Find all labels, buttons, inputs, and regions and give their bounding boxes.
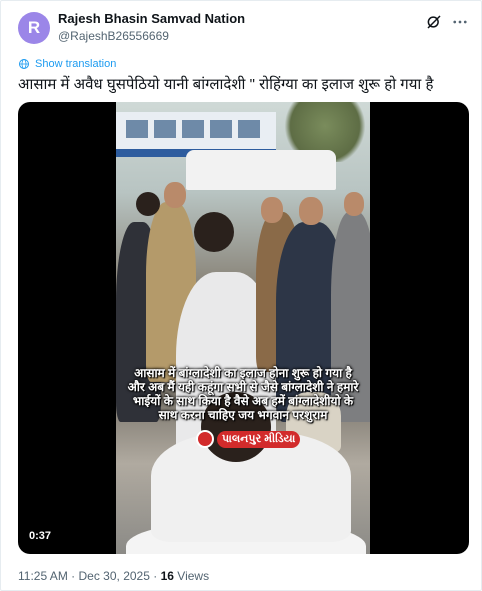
author-display-name[interactable]: Rajesh Bhasin Samvad Nation [58,11,245,26]
author-handle[interactable]: @RajeshB26556669 [58,29,169,43]
tweet-meta: 11:25 AM · Dec 30, 2025 · 16 Views [18,569,209,583]
meta-separator: · [153,569,158,583]
tweet-text: आसाम में अवैध घुसपेठियो यानी बांग्लादेशी… [18,76,434,93]
meta-separator: · [71,569,76,583]
more-options-icon[interactable] [451,13,469,31]
video-caption: आसाम में बांग्लादेशी का इलाज होना शुरू ह… [116,366,370,422]
views-count[interactable]: 16 [161,569,174,583]
tweet-card: R Rajesh Bhasin Samvad Nation @RajeshB26… [0,0,482,591]
caption-line: आसाम में बांग्लादेशी का इलाज होना शुरू ह… [134,366,352,380]
video-timer: 0:37 [29,530,52,542]
video-frame[interactable]: आसाम में बांग्लादेशी का इलाज होना शुरू ह… [116,102,370,554]
grok-icon[interactable] [425,13,443,31]
show-translation-link[interactable]: Show translation [18,58,116,70]
channel-watermark: પાલનપુર મીડિયા [196,430,301,448]
tweet-header: R Rajesh Bhasin Samvad Nation @RajeshB26… [18,9,469,49]
caption-line: भाईयों के साथ किया है वैसे अब हमें बांग्… [132,394,354,408]
show-translation-label[interactable]: Show translation [35,58,116,70]
tweet-date[interactable]: Dec 30, 2025 [79,569,150,583]
tweet-time[interactable]: 11:25 AM [18,569,68,583]
microphone-logo-icon [196,430,214,448]
globe-icon [19,59,29,69]
caption-line: साथ करना चाहिए जय भगवान परशुराम [158,408,328,422]
car-graphic [186,150,336,190]
video-player[interactable]: आसाम में बांग्लादेशी का इलाज होना शुरू ह… [18,102,469,554]
channel-name: પાલનપુર મીડિયા [217,430,301,448]
caption-line: और अब मैं यही कहूंगा सभी से जैसे बांग्ला… [127,380,359,394]
avatar[interactable]: R [18,12,50,44]
views-label[interactable]: Views [177,569,209,583]
